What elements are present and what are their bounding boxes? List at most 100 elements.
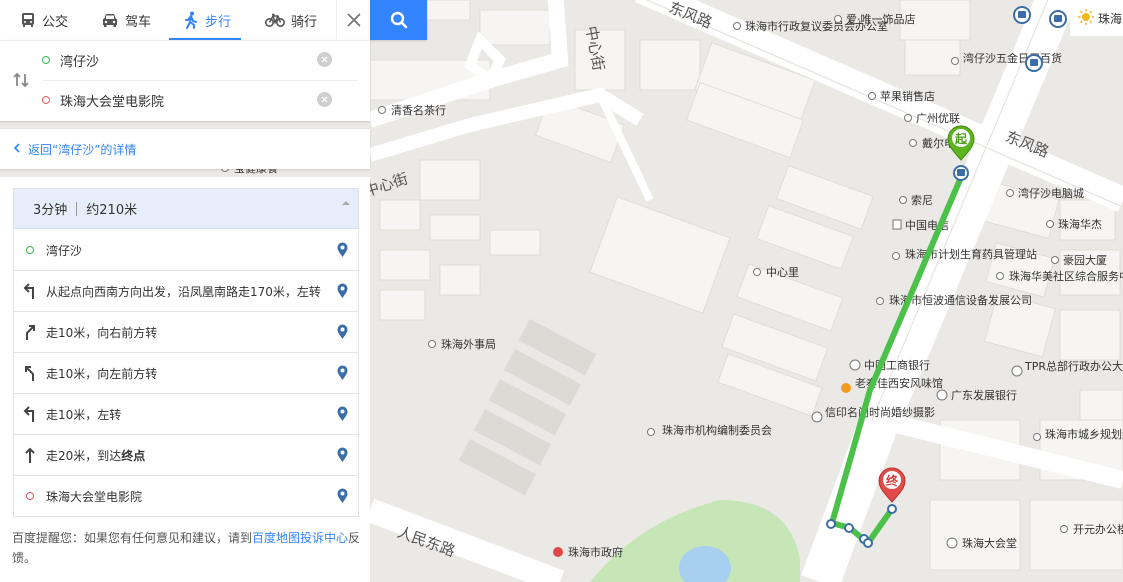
svg-text:TPR总部行政办公大楼: TPR总部行政办公大楼 bbox=[1024, 359, 1123, 373]
bus-stop-icon[interactable] bbox=[1025, 54, 1043, 72]
clear-end-button[interactable] bbox=[317, 92, 332, 107]
locate-pin-icon[interactable] bbox=[337, 406, 348, 424]
locate-pin-icon[interactable] bbox=[337, 488, 348, 506]
start-dot-icon bbox=[14, 246, 46, 254]
svg-text:爱·唯一饰品店: 爱·唯一饰品店 bbox=[846, 12, 916, 26]
close-button[interactable] bbox=[336, 0, 371, 40]
svg-text:广州优联: 广州优联 bbox=[916, 112, 960, 125]
locate-pin-icon[interactable] bbox=[337, 242, 348, 260]
tab-walk[interactable]: 步行 bbox=[183, 0, 231, 40]
end-input[interactable] bbox=[60, 92, 290, 108]
route-step[interactable]: 走20米，到达终点 bbox=[13, 435, 359, 476]
bus-icon bbox=[22, 13, 34, 27]
feedback-tip: 百度提醒您：如果您有任何意见和建议，请到百度地图投诉中心反馈。 bbox=[12, 528, 364, 568]
step-text-bold: 终点 bbox=[121, 448, 146, 463]
route-distance: 约210米 bbox=[86, 203, 138, 218]
route-step[interactable]: 从起点向西南方向出发，沿凤凰南路走170米，左转 bbox=[13, 271, 359, 312]
route-summary[interactable]: 3分钟 约210米 bbox=[13, 188, 359, 229]
clear-start-button[interactable] bbox=[317, 52, 332, 67]
search-button[interactable] bbox=[370, 0, 427, 40]
step-text: 珠海大会堂电影院 bbox=[46, 489, 143, 504]
poi[interactable]: 爱·唯一饰品店 bbox=[834, 12, 916, 26]
svg-text:信印名门时尚婚纱摄影: 信印名门时尚婚纱摄影 bbox=[825, 405, 935, 419]
route-step[interactable]: 湾仔沙 bbox=[13, 230, 359, 271]
poi[interactable]: 珠海市城乡规划编审与信息中 bbox=[1033, 427, 1123, 441]
tip-prefix: 百度提醒您：如果您有任何意见和建议，请到 bbox=[12, 531, 253, 545]
sun-icon bbox=[1078, 8, 1094, 28]
svg-text:珠海大会堂: 珠海大会堂 bbox=[962, 536, 1017, 550]
poi[interactable]: 湾仔沙五金日用百货 bbox=[951, 51, 1063, 65]
svg-text:珠海华美社区综合服务中心: 珠海华美社区综合服务中心 bbox=[1009, 269, 1123, 283]
straight-icon bbox=[14, 447, 46, 463]
route-step[interactable]: 走10米，左转 bbox=[13, 394, 359, 435]
transport-mode-tabs: 公交 驾车 步行 骑行 bbox=[0, 0, 427, 40]
bear-left-icon bbox=[14, 365, 46, 381]
svg-text:广东发展银行: 广东发展银行 bbox=[951, 388, 1017, 402]
route-step[interactable]: 走10米，向左前方转 bbox=[13, 353, 359, 394]
step-text: 走10米，向右前方转 bbox=[46, 325, 158, 340]
step-text: 从起点向西南方向出发，沿凤凰南路走170米，左转 bbox=[46, 284, 321, 299]
poi[interactable]: 珠海市恒波通信设备发展公司 bbox=[876, 293, 1033, 307]
svg-text:索尼: 索尼 bbox=[911, 193, 933, 207]
route-input-box bbox=[0, 40, 370, 121]
route-duration: 3分钟 bbox=[33, 203, 68, 218]
turn-left-icon bbox=[14, 406, 46, 422]
start-field[interactable] bbox=[42, 41, 332, 79]
locate-pin-icon[interactable] bbox=[337, 324, 348, 342]
svg-text:珠海外事局: 珠海外事局 bbox=[441, 337, 496, 351]
locate-pin-icon[interactable] bbox=[337, 365, 348, 383]
divider bbox=[76, 201, 78, 216]
tab-label: 骑行 bbox=[291, 14, 318, 30]
bus-stop-icon[interactable] bbox=[1049, 10, 1067, 28]
svg-text:湾仔沙五金日用百货: 湾仔沙五金日用百货 bbox=[963, 51, 1062, 65]
route-step[interactable]: 走10米，向右前方转 bbox=[13, 312, 359, 353]
svg-text:苹果销售店: 苹果销售店 bbox=[880, 89, 935, 103]
svg-text:珠海市城乡规划编审与信息中: 珠海市城乡规划编审与信息中 bbox=[1045, 427, 1123, 441]
clear-icon bbox=[321, 96, 328, 103]
chevron-left-icon bbox=[13, 142, 20, 156]
poi[interactable]: 珠海市计划生育药具管理站 bbox=[892, 247, 1038, 261]
svg-text:终: 终 bbox=[886, 473, 899, 488]
complaint-center-link[interactable]: 百度地图投诉中心 bbox=[252, 531, 348, 545]
start-dot-icon bbox=[42, 56, 50, 64]
close-icon bbox=[347, 13, 361, 27]
tab-bus[interactable]: 公交 bbox=[20, 0, 68, 40]
svg-text:珠海市政府: 珠海市政府 bbox=[568, 545, 623, 559]
step-text: 走10米，向左前方转 bbox=[46, 366, 158, 381]
end-dot-icon bbox=[14, 492, 46, 500]
clear-icon bbox=[321, 56, 328, 63]
locate-pin-icon[interactable] bbox=[337, 447, 348, 465]
walk-icon bbox=[185, 11, 197, 29]
back-link-bar: 返回“湾仔沙”的详情 bbox=[0, 129, 370, 169]
poi[interactable]: 珠海市机构编制委员会 bbox=[647, 423, 773, 437]
step-text: 湾仔沙 bbox=[46, 243, 83, 258]
weather-widget[interactable]: 珠海 bbox=[1070, 0, 1123, 36]
tab-drive[interactable]: 驾车 bbox=[101, 0, 151, 40]
svg-text:清香名茶行: 清香名茶行 bbox=[391, 103, 446, 117]
start-input[interactable] bbox=[60, 52, 290, 68]
svg-text:中国工商银行: 中国工商银行 bbox=[864, 358, 930, 372]
collapse-caret-icon[interactable] bbox=[342, 194, 350, 209]
svg-text:起: 起 bbox=[954, 131, 968, 146]
tab-label: 公交 bbox=[42, 14, 69, 30]
svg-text:湾仔沙电脑城: 湾仔沙电脑城 bbox=[1018, 186, 1084, 200]
poi[interactable]: 湾仔沙电脑城 bbox=[1006, 186, 1085, 200]
svg-text:珠海华杰: 珠海华杰 bbox=[1058, 217, 1102, 231]
bus-stop-icon[interactable] bbox=[1013, 6, 1031, 24]
car-icon bbox=[103, 14, 117, 27]
weather-city: 珠海 bbox=[1098, 11, 1123, 26]
route-step[interactable]: 珠海大会堂电影院 bbox=[13, 476, 359, 517]
step-text-pre: 走20米，到达 bbox=[46, 448, 122, 463]
bear-right-icon bbox=[14, 324, 46, 340]
tab-label: 驾车 bbox=[125, 14, 152, 30]
end-field[interactable] bbox=[42, 81, 332, 119]
locate-pin-icon[interactable] bbox=[337, 283, 348, 301]
swap-button[interactable] bbox=[12, 72, 30, 91]
tab-bike[interactable]: 骑行 bbox=[265, 0, 317, 40]
svg-text:开元办公楼: 开元办公楼 bbox=[1073, 522, 1123, 536]
back-to-details-link[interactable]: 返回“湾仔沙”的详情 bbox=[28, 141, 136, 158]
svg-text:豪园大厦: 豪园大厦 bbox=[1063, 253, 1107, 267]
swap-icon bbox=[13, 72, 29, 88]
poi[interactable]: 珠海华美社区综合服务中心 bbox=[996, 269, 1123, 283]
search-icon bbox=[390, 11, 407, 29]
